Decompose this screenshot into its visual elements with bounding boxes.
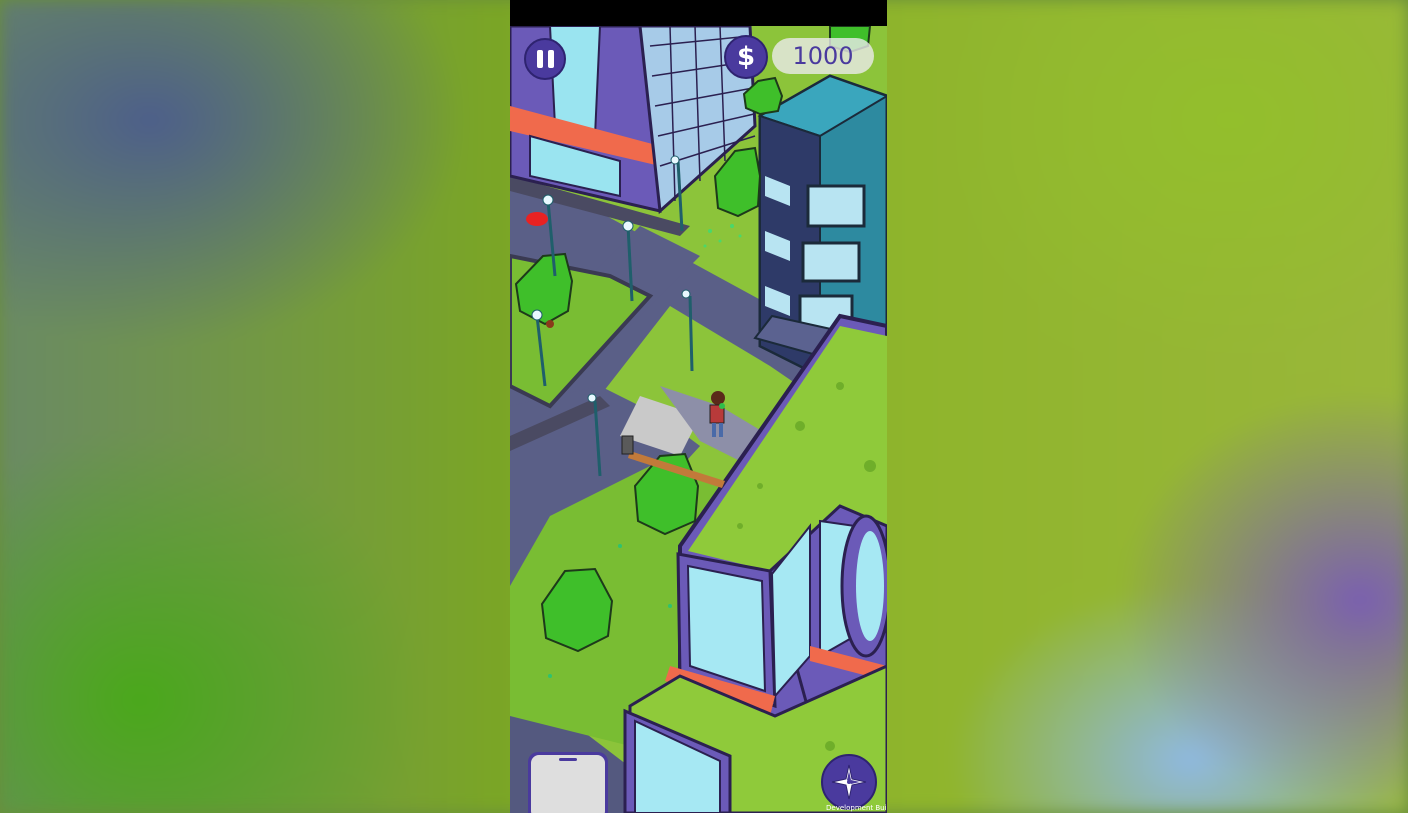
dev-build-label: Development Build <box>826 804 887 812</box>
game-screen: 1000 $ Development Build <box>510 0 887 813</box>
city-map <box>510 26 887 813</box>
money-value: 1000 <box>792 42 854 70</box>
compass-icon <box>831 764 867 800</box>
trash-can <box>621 435 634 455</box>
red-marker <box>526 212 548 226</box>
pause-icon <box>536 50 543 68</box>
map-button[interactable] <box>821 754 877 810</box>
money-counter: 1000 <box>772 38 874 74</box>
currency-icon: $ <box>724 35 768 79</box>
phone-button[interactable] <box>528 752 608 813</box>
pause-button[interactable] <box>524 38 566 80</box>
city-scene[interactable] <box>510 26 887 813</box>
phone-icon <box>531 755 605 813</box>
